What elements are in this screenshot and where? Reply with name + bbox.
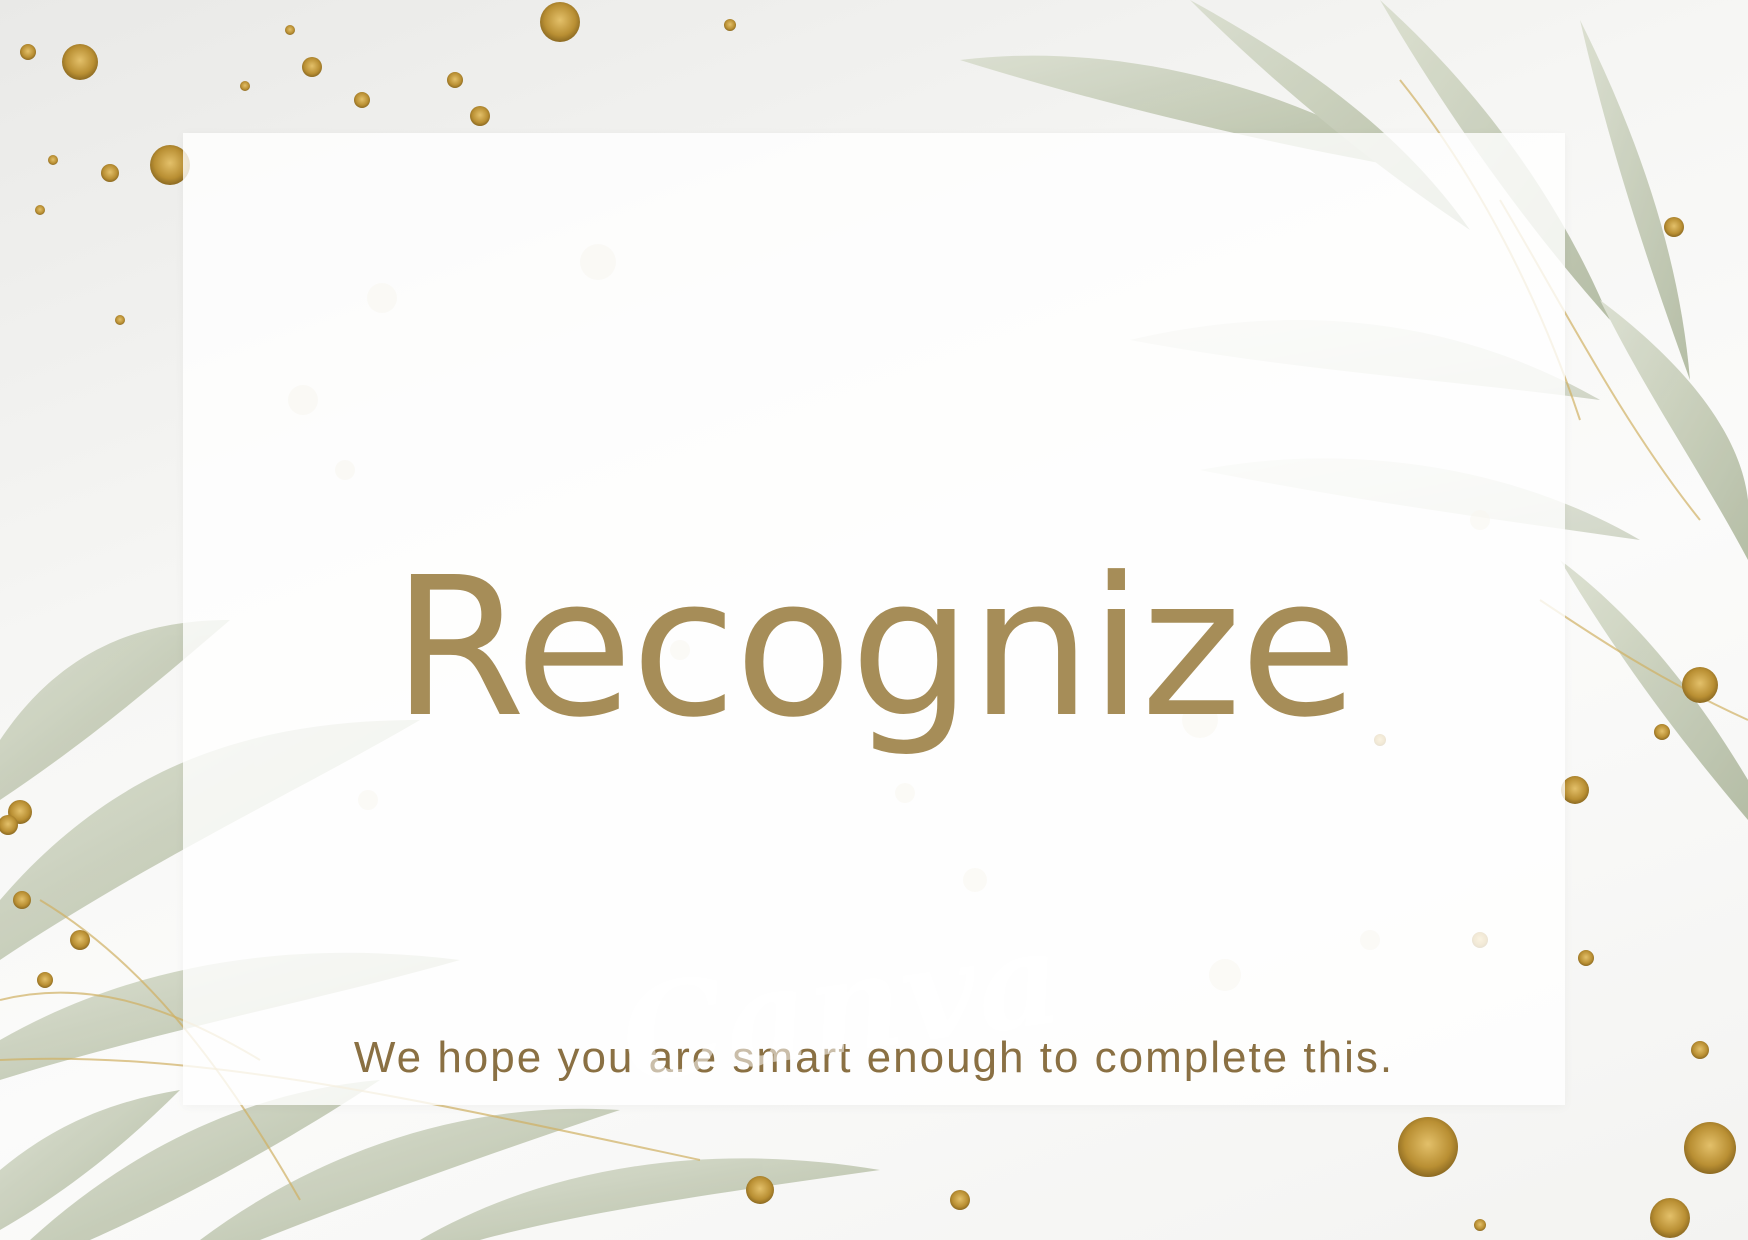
- content-card: Recognize We hope you are smart enough t…: [183, 133, 1565, 1105]
- slide-title: Recognize: [392, 537, 1358, 760]
- slide-subtitle: We hope you are smart enough to complete…: [353, 1033, 1395, 1082]
- slide-canvas: Recognize We hope you are smart enough t…: [0, 0, 1748, 1240]
